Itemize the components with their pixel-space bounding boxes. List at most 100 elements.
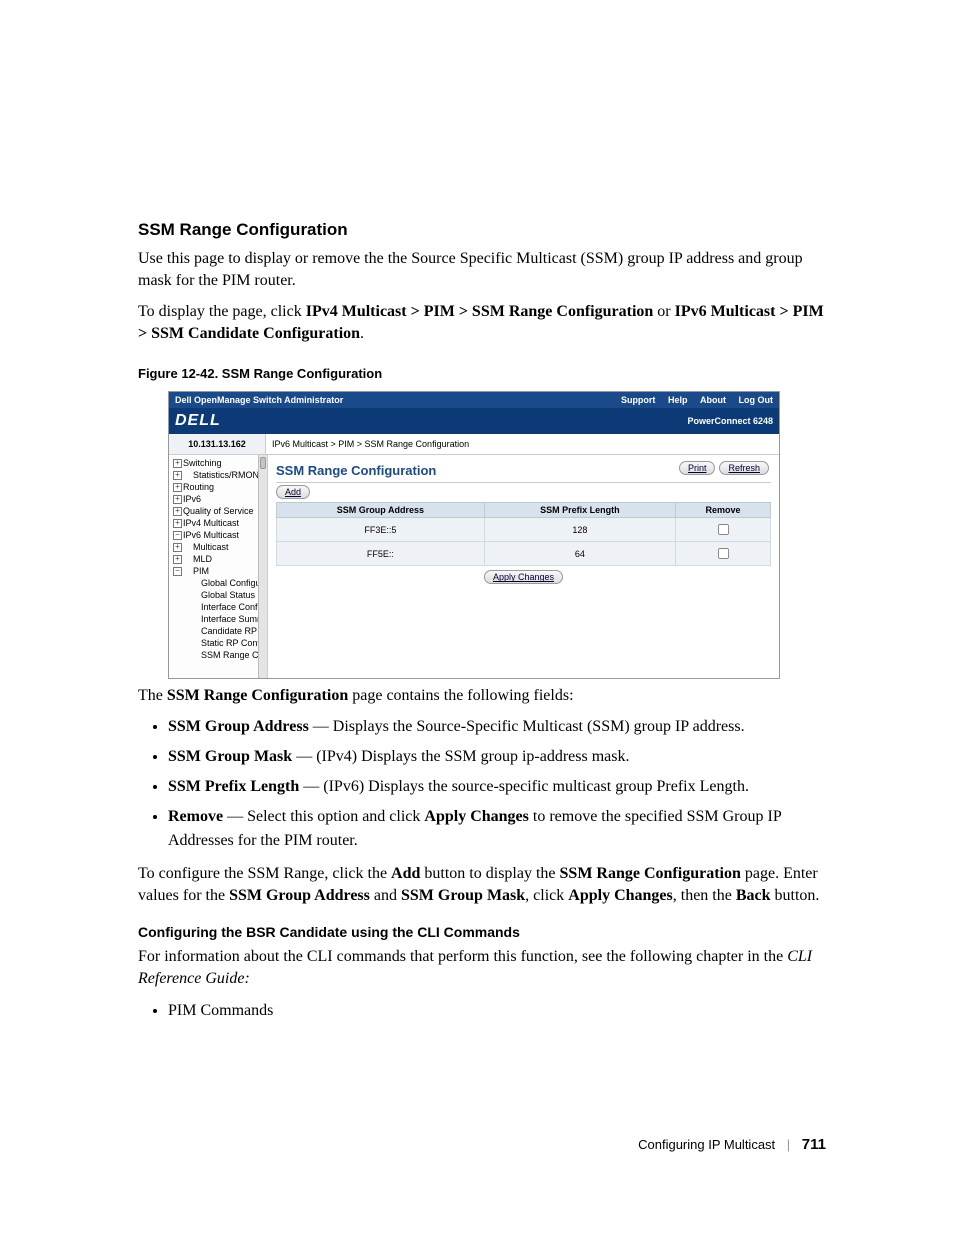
nav-item[interactable]: +IPv4 Multicast [173,517,267,529]
help-link[interactable]: Help [668,395,688,405]
tree-toggle-icon[interactable]: + [173,519,182,528]
nav-item-label: Static RP Config [201,638,267,648]
field-name: SSM Group Address [168,718,309,735]
nav-item[interactable]: Static RP Config [173,637,267,649]
intro-paragraph-2: To display the page, click IPv4 Multicas… [138,301,826,344]
para2-text-pre: To display the page, click [138,303,306,320]
page-footer: Configuring IP Multicast | 711 [638,1136,826,1153]
cell-ssm-group-address: FF5E:: [277,542,485,566]
nav-item[interactable]: +Quality of Service [173,505,267,517]
content-area: Print Refresh SSM Range Configuration Ad… [268,455,779,678]
print-button[interactable]: Print [679,461,716,475]
nav-item[interactable]: SSM Range Con [173,649,267,661]
nav-item-label: MLD [193,554,212,564]
nav-item[interactable]: Interface Summa [173,613,267,625]
nav-item[interactable]: +Routing [173,481,267,493]
field-item: SSM Prefix Length — (IPv6) Displays the … [168,775,826,799]
field-desc: — (IPv4) Displays the SSM group ip-addre… [292,748,629,765]
field-item: Remove — Select this option and click Ap… [168,805,826,853]
logo-bar: DELL PowerConnect 6248 [169,408,779,434]
scrollbar-thumb[interactable] [260,457,266,469]
ip-address: 10.131.13.162 [169,434,266,454]
app-topbar: Dell OpenManage Switch Administrator Sup… [169,392,779,408]
nav-item[interactable]: + Multicast [173,541,267,553]
nav-item[interactable]: Candidate RP Co [173,625,267,637]
page-number: 711 [802,1136,826,1153]
tree-toggle-icon[interactable]: + [173,495,182,504]
nav-scrollbar[interactable] [258,455,267,678]
col-ssm-group-address: SSM Group Address [277,503,485,518]
nav-item[interactable]: +IPv6 [173,493,267,505]
nav-item-label: IPv6 [183,494,201,504]
nav-item[interactable]: −IPv6 Multicast [173,529,267,541]
topbar-links: Support Help About Log Out [611,395,773,405]
footer-section-name: Configuring IP Multicast [638,1137,775,1152]
field-item: SSM Group Mask — (IPv4) Displays the SSM… [168,745,826,769]
nav-item[interactable]: + Statistics/RMON [173,469,267,481]
field-desc: — Displays the Source-Specific Multicast… [309,718,745,735]
cell-ssm-prefix-length: 64 [484,542,675,566]
screenshot: Dell OpenManage Switch Administrator Sup… [168,391,780,679]
tree-toggle-icon[interactable]: + [173,459,182,468]
intro-paragraph-1: Use this page to display or remove the t… [138,248,826,291]
nav-item-label: Quality of Service [183,506,254,516]
nav-item-label: Routing [183,482,214,492]
nav-item-label: PIM [193,566,209,576]
cell-ssm-prefix-length: 128 [484,518,675,542]
table-row: FF3E::5128 [277,518,771,542]
field-name: SSM Prefix Length [168,778,299,795]
tree-toggle-icon[interactable]: − [173,531,182,540]
footer-separator: | [787,1137,790,1152]
nav-item[interactable]: − PIM [173,565,267,577]
breadcrumb: IPv6 Multicast > PIM > SSM Range Configu… [266,434,779,454]
nav-item[interactable]: Global Configurat [173,577,267,589]
cli-section-title: Configuring the BSR Candidate using the … [138,924,826,940]
field-name: Remove [168,808,223,825]
nav-item-label: Switching [183,458,222,468]
cli-para-text: For information about the CLI commands t… [138,948,787,965]
config-paragraph: To configure the SSM Range, click the Ad… [138,863,826,906]
tree-toggle-icon[interactable]: + [173,471,182,480]
field-name: SSM Group Mask [168,748,292,765]
nav-tree[interactable]: +Switching+Statistics/RMON+Routing+IPv6+… [169,455,268,678]
support-link[interactable]: Support [621,395,656,405]
fields-list: SSM Group Address — Displays the Source-… [168,715,826,853]
field-item: SSM Group Address — Displays the Source-… [168,715,826,739]
nav-item[interactable]: +Switching [173,457,267,469]
refresh-button[interactable]: Refresh [719,461,769,475]
model-label: PowerConnect 6248 [687,416,773,426]
table-row: FF5E::64 [277,542,771,566]
remove-checkbox[interactable] [718,524,729,535]
nav-item[interactable]: + MLD [173,553,267,565]
nav-item[interactable]: Global Status [173,589,267,601]
tree-toggle-icon[interactable]: + [173,543,182,552]
add-button[interactable]: Add [276,485,310,499]
app-title: Dell OpenManage Switch Administrator [175,395,343,405]
field-desc: — (IPv6) Displays the source-specific mu… [299,778,749,795]
cli-list: PIM Commands [168,999,826,1023]
fields-intro-post: page contains the following fields: [348,687,573,704]
about-link[interactable]: About [700,395,726,405]
ssm-table: SSM Group Address SSM Prefix Length Remo… [276,502,771,566]
breadcrumb-row: 10.131.13.162 IPv6 Multicast > PIM > SSM… [169,434,779,455]
para2-text-mid: or [653,303,674,320]
nav-item[interactable]: Interface Configu [173,601,267,613]
logout-link[interactable]: Log Out [739,395,774,405]
nav-item-label: Statistics/RMON [193,470,259,480]
fields-intro-bold: SSM Range Configuration [167,687,348,704]
remove-checkbox[interactable] [718,548,729,559]
tree-toggle-icon[interactable]: + [173,483,182,492]
col-remove: Remove [675,503,770,518]
tree-toggle-icon[interactable]: + [173,555,182,564]
fields-intro: The SSM Range Configuration page contain… [138,685,826,707]
nav-item-label: IPv6 Multicast [183,530,239,540]
nav-item-label: Multicast [193,542,229,552]
cell-remove [675,542,770,566]
tree-toggle-icon[interactable]: + [173,507,182,516]
tree-toggle-icon[interactable]: − [173,567,182,576]
figure-caption: Figure 12-42. SSM Range Configuration [138,366,826,381]
para2-text-post: . [360,325,364,342]
col-ssm-prefix-length: SSM Prefix Length [484,503,675,518]
apply-changes-button[interactable]: Apply Changes [484,570,563,584]
fields-intro-pre: The [138,687,167,704]
